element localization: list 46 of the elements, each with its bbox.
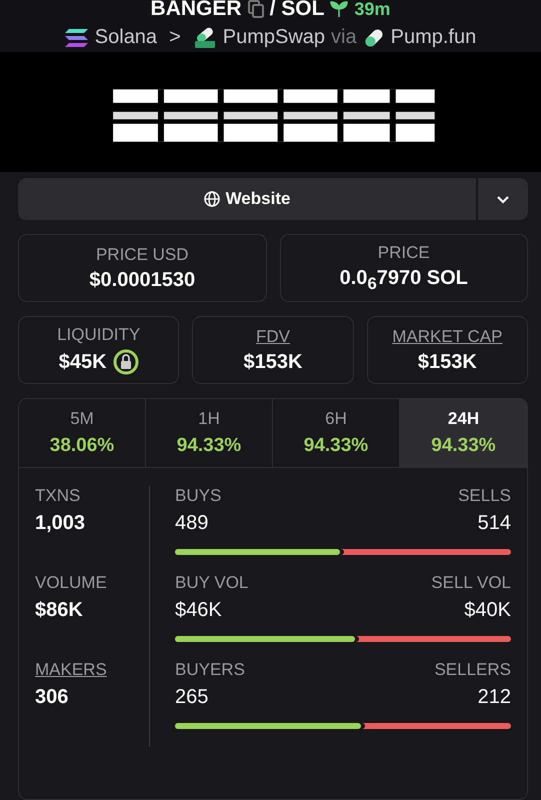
sell-value: 514	[478, 512, 511, 535]
metric-label: LIQUIDITY	[57, 325, 140, 345]
sell-value: $40K	[464, 599, 511, 622]
sell-value: 212	[478, 686, 511, 709]
copy-icon[interactable]	[248, 0, 264, 18]
pair-age: 39m	[354, 0, 390, 20]
solana-logo-icon	[64, 28, 89, 48]
buy-label: BUYERS	[175, 660, 245, 680]
stat-label: VOLUME	[35, 573, 107, 593]
quote-token: / SOL	[270, 0, 324, 20]
stat-value: $86K	[35, 599, 84, 622]
metric-label[interactable]: FDV	[256, 326, 290, 346]
via-text: via	[331, 26, 357, 49]
metric-value: $153K	[244, 350, 302, 374]
price-value: 0.0$_{6}$7970 SOL	[340, 266, 468, 294]
launchpad-link[interactable]: Pump.fun	[390, 26, 476, 49]
sprout-icon	[330, 0, 348, 18]
buy-value: 265	[175, 686, 208, 709]
sell-label: SELLERS	[434, 660, 511, 680]
price-label: PRICE	[378, 242, 430, 262]
breadcrumb-separator: >	[169, 26, 181, 49]
stat-label: TXNS	[35, 486, 80, 506]
metric-label[interactable]: MARKET CAP	[392, 326, 502, 346]
stat-value: 306	[35, 686, 70, 709]
price-value: $0.0001530	[89, 268, 196, 292]
chevron-down-icon	[496, 194, 510, 204]
stat-value: 1,003	[35, 512, 86, 535]
token-name: BANGER	[150, 0, 242, 20]
metric-value: $45K	[58, 350, 107, 374]
stat-label[interactable]: MAKERS	[35, 660, 107, 680]
chain-link[interactable]: Solana	[94, 26, 158, 49]
website-button[interactable]: Website	[18, 178, 476, 220]
price-label: PRICE USD	[96, 244, 189, 264]
buy-label: BUY VOL	[175, 573, 248, 593]
timeframe-tab[interactable]: 1H 94.33%	[146, 399, 273, 467]
buy-value: 489	[175, 512, 208, 535]
timeframe-tab[interactable]: 24H 94.33%	[400, 399, 527, 467]
sell-label: SELLS	[458, 486, 511, 506]
globe-icon	[204, 191, 220, 207]
buy-label: BUYS	[175, 486, 222, 506]
buy-value: $46K	[175, 599, 222, 622]
sell-label: SELL VOL	[431, 573, 511, 593]
pill-swap-icon	[192, 26, 217, 48]
dex-link[interactable]: PumpSwap	[222, 26, 326, 49]
timeframe-tab[interactable]: 5M 38.06%	[19, 399, 146, 467]
metric-value: $153K	[418, 350, 477, 374]
